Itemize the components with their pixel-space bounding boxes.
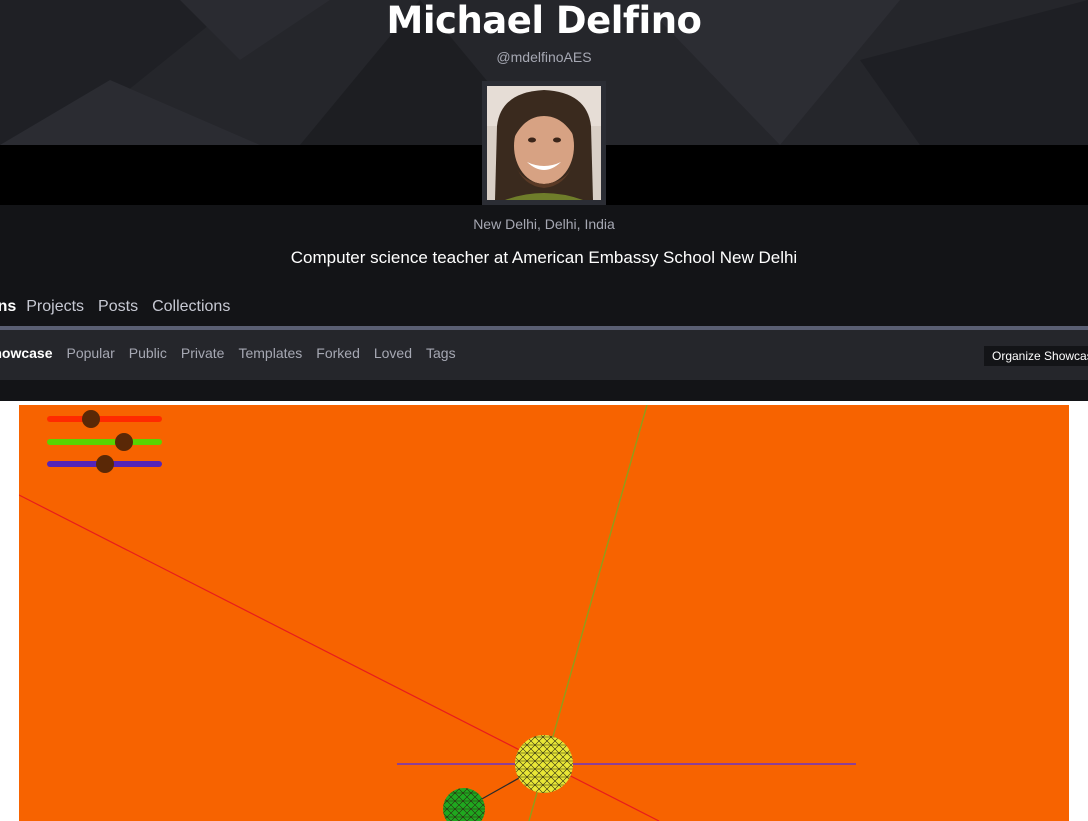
profile-location: New Delhi, Delhi, India [473,216,615,232]
slider-red[interactable] [47,410,162,428]
subtab-private[interactable]: Private [181,345,225,361]
subtab-tags[interactable]: Tags [426,345,456,361]
tab-posts[interactable]: Posts [98,298,138,320]
pen-canvas[interactable] [19,405,1069,821]
tab-collections[interactable]: Collections [152,298,230,320]
subtab-loved[interactable]: Loved [374,345,412,361]
sub-tabs: Showcase Popular Public Private Template… [0,345,470,361]
pen-preview[interactable] [19,405,1069,821]
slider-blue-knob[interactable] [96,455,114,473]
tab-pens[interactable]: Pens [0,298,16,320]
subtab-templates[interactable]: Templates [238,345,302,361]
sub-nav: Showcase Popular Public Private Template… [0,330,1088,380]
sun-sphere-icon [515,735,573,793]
avatar[interactable] [482,81,606,205]
subtab-forked[interactable]: Forked [316,345,360,361]
slider-green[interactable] [47,433,162,451]
planet-sphere-icon [443,788,485,821]
subtab-showcase[interactable]: Showcase [0,345,52,361]
tab-projects[interactable]: Projects [26,298,84,320]
subtab-public[interactable]: Public [129,345,167,361]
slider-red-knob[interactable] [82,410,100,428]
profile-handle[interactable]: @mdelfinoAES [0,49,1088,65]
profile-bio: Computer science teacher at American Emb… [290,248,798,267]
profile-photo-icon [487,86,601,200]
primary-tabs: Pens Projects Posts Collections [0,298,244,320]
slider-green-knob[interactable] [115,433,133,451]
slider-blue[interactable] [47,455,162,473]
subtab-popular[interactable]: Popular [66,345,114,361]
profile-name: Michael Delfino [386,0,702,42]
profile-header: Michael Delfino @mdelfinoAES New Delhi, … [0,0,1088,401]
organize-showcase-button[interactable]: Organize Showcase [984,346,1088,366]
